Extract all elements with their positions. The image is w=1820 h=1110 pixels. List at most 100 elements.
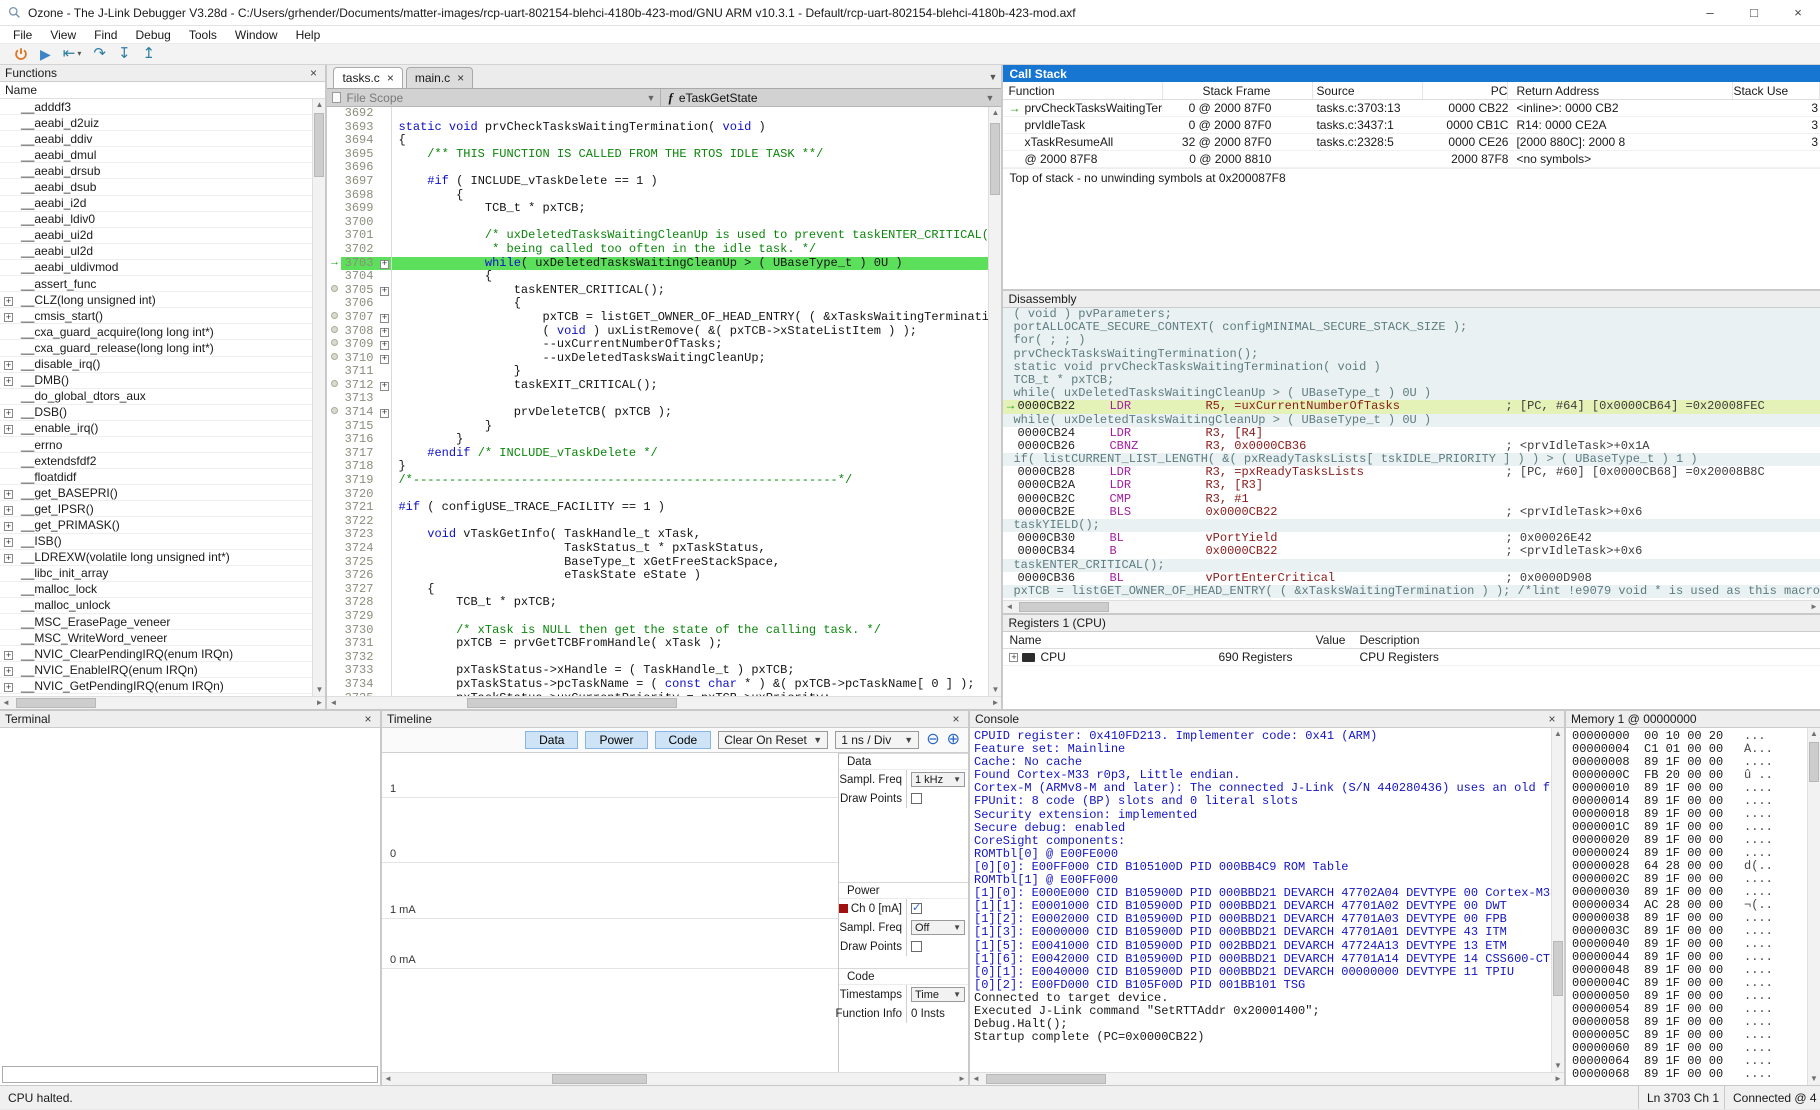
disassembly-instruction[interactable]: 0000CB2ALDRR3, [R3] (1003, 479, 1820, 492)
zoom-out-icon[interactable]: ⊖ (926, 732, 939, 748)
function-item[interactable]: +__DSB() (0, 405, 312, 421)
breakpoint-dot[interactable] (331, 407, 338, 414)
line-number[interactable]: 3719 (341, 474, 377, 488)
line-number[interactable]: 3725 (341, 556, 377, 570)
scroll-down-icon[interactable]: ▼ (313, 684, 325, 696)
function-item[interactable]: __extendsfdf2 (0, 453, 312, 469)
registers-value-column[interactable]: Value (1218, 633, 1353, 647)
line-number[interactable]: 3697 (341, 175, 377, 189)
disassembly-instruction[interactable]: 0000CB26CBNZR3, 0x0000CB36; <prvIdleTask… (1003, 440, 1820, 453)
scroll-right-icon[interactable]: ► (1808, 601, 1820, 613)
tab-close-icon[interactable]: × (387, 71, 394, 85)
tab-main.c[interactable]: main.c× (406, 67, 473, 88)
expand-icon[interactable]: + (4, 550, 18, 564)
close-icon[interactable]: × (306, 66, 320, 80)
functions-name-column-header[interactable]: Name (0, 82, 325, 99)
expand-icon[interactable]: + (4, 373, 18, 387)
line-number[interactable]: 3699 (341, 202, 377, 216)
editor-vertical-scrollbar[interactable]: ▲ ▼ (988, 107, 1001, 696)
code-area[interactable]: 36923693static void prvCheckTasksWaiting… (327, 107, 988, 696)
line-number[interactable]: 3734 (341, 678, 377, 692)
scroll-down-icon[interactable]: ▼ (1808, 1073, 1820, 1085)
function-item[interactable]: +__CLZ(long unsigned int) (0, 292, 312, 308)
function-item[interactable]: __do_global_dtors_aux (0, 389, 312, 405)
line-number[interactable]: 3703 (341, 257, 377, 271)
function-item[interactable]: +__get_BASEPRI() (0, 485, 312, 501)
memory-row[interactable]: 0000006889 1F 00 00.... (1566, 1068, 1807, 1081)
disassembly-instruction[interactable]: 0000CB36BLvPortEnterCritical; 0x0000D908 (1003, 572, 1820, 585)
timeline-scale-dropdown[interactable]: 1 ns / Div ▼ (835, 731, 919, 749)
scroll-down-icon[interactable]: ▼ (1552, 1060, 1564, 1072)
scrollbar-thumb[interactable] (552, 1074, 647, 1084)
line-number[interactable]: 3696 (341, 161, 377, 175)
timeline-plot[interactable]: 101 mA0 mA (382, 753, 838, 1072)
function-item[interactable]: __aeabi_uldivmod (0, 260, 312, 276)
scroll-left-icon[interactable]: ◄ (327, 697, 339, 709)
close-icon[interactable]: × (949, 712, 963, 726)
line-number[interactable]: 3729 (341, 610, 377, 624)
expand-icon[interactable]: + (4, 502, 18, 516)
function-item[interactable]: +__NVIC_GetPendingIRQ(enum IRQn) (0, 678, 312, 694)
menu-find[interactable]: Find (85, 26, 126, 43)
function-item[interactable]: __floatdidf (0, 469, 312, 485)
functions-vertical-scrollbar[interactable]: ▲ ▼ (312, 99, 325, 696)
scroll-left-icon[interactable]: ◄ (0, 697, 12, 709)
function-item[interactable]: __cxa_guard_release(long long int*) (0, 340, 312, 356)
terminal-input[interactable] (2, 1066, 378, 1083)
menu-help[interactable]: Help (287, 26, 330, 43)
function-selector-dropdown[interactable]: f eTaskGetState ▼ (661, 89, 1001, 106)
function-item[interactable]: __malloc_unlock (0, 598, 312, 614)
function-item[interactable]: __cxa_guard_acquire(long long int*) (0, 324, 312, 340)
maximize-button[interactable]: □ (1732, 0, 1776, 26)
scroll-down-icon[interactable]: ▼ (989, 684, 1001, 696)
function-item[interactable]: __aeabi_i2d (0, 196, 312, 212)
function-item[interactable]: +__NVIC_EnableIRQ(enum IRQn) (0, 662, 312, 678)
line-number[interactable]: 3724 (341, 542, 377, 556)
sampl-freq-dropdown[interactable]: Off▼ (911, 920, 965, 935)
expand-icon[interactable]: + (4, 293, 18, 307)
function-item[interactable]: +__get_PRIMASK() (0, 517, 312, 533)
call-stack-row[interactable]: @ 2000 87F80 @ 2000 88102000 87F8<no sym… (1003, 151, 1820, 168)
breakpoint-dot[interactable] (331, 285, 338, 292)
line-number[interactable]: 3695 (341, 148, 377, 162)
menu-view[interactable]: View (41, 26, 85, 43)
expand-icon[interactable]: + (4, 405, 18, 419)
function-item[interactable]: +__ISB() (0, 534, 312, 550)
registers-name-column[interactable]: Name (1003, 633, 1218, 647)
scroll-left-icon[interactable]: ◄ (1003, 601, 1015, 613)
zoom-in-icon[interactable]: ⊕ (947, 732, 960, 748)
draw-points-checkbox[interactable] (911, 941, 922, 952)
memory-vertical-scrollbar[interactable]: ▲ ▼ (1807, 728, 1820, 1085)
fold-toggle[interactable]: + (377, 352, 391, 366)
line-number[interactable]: 3711 (341, 365, 377, 379)
scroll-right-icon[interactable]: ► (1552, 1073, 1564, 1085)
function-item[interactable]: __assert_func (0, 276, 312, 292)
expand-icon[interactable]: + (4, 663, 18, 677)
function-item[interactable]: __MSC_WriteWord_veneer (0, 630, 312, 646)
function-item[interactable]: +__NVIC_ClearPendingIRQ(enum IRQn) (0, 646, 312, 662)
line-number[interactable]: 3698 (341, 189, 377, 203)
line-number[interactable]: 3692 (341, 107, 377, 121)
expand-icon[interactable]: + (1009, 653, 1018, 662)
line-number[interactable]: 3700 (341, 216, 377, 230)
function-item[interactable]: __libc_init_array (0, 566, 312, 582)
line-number[interactable]: 3717 (341, 447, 377, 461)
line-number[interactable]: 3723 (341, 528, 377, 542)
line-number[interactable]: 3727 (341, 583, 377, 597)
scroll-up-icon[interactable]: ▲ (1808, 728, 1820, 740)
breakpoint-dot[interactable] (331, 339, 338, 346)
disassembly-instruction[interactable]: 0000CB30BLvPortYield; 0x00026E42 (1003, 532, 1820, 545)
line-number[interactable]: 3712 (341, 379, 377, 393)
registers-description-column[interactable]: Description (1353, 633, 1820, 647)
fold-toggle[interactable]: + (377, 379, 391, 393)
line-number[interactable]: 3721 (341, 501, 377, 515)
disassembly-instruction[interactable]: 0000CB34B0x0000CB22; <prvIdleTask>+0x6 (1003, 545, 1820, 558)
call-stack-column-function[interactable]: Function (1003, 82, 1163, 99)
scroll-up-icon[interactable]: ▲ (1552, 728, 1564, 740)
tab-tasks.c[interactable]: tasks.c× (333, 67, 402, 88)
scrollbar-thumb[interactable] (467, 698, 677, 708)
timestamps-dropdown[interactable]: Time▼ (911, 987, 965, 1002)
disassembly-instruction[interactable]: 0000CB24LDRR3, [R4] (1003, 427, 1820, 440)
scroll-up-icon[interactable]: ▲ (313, 99, 325, 111)
line-number[interactable]: 3710 (341, 352, 377, 366)
